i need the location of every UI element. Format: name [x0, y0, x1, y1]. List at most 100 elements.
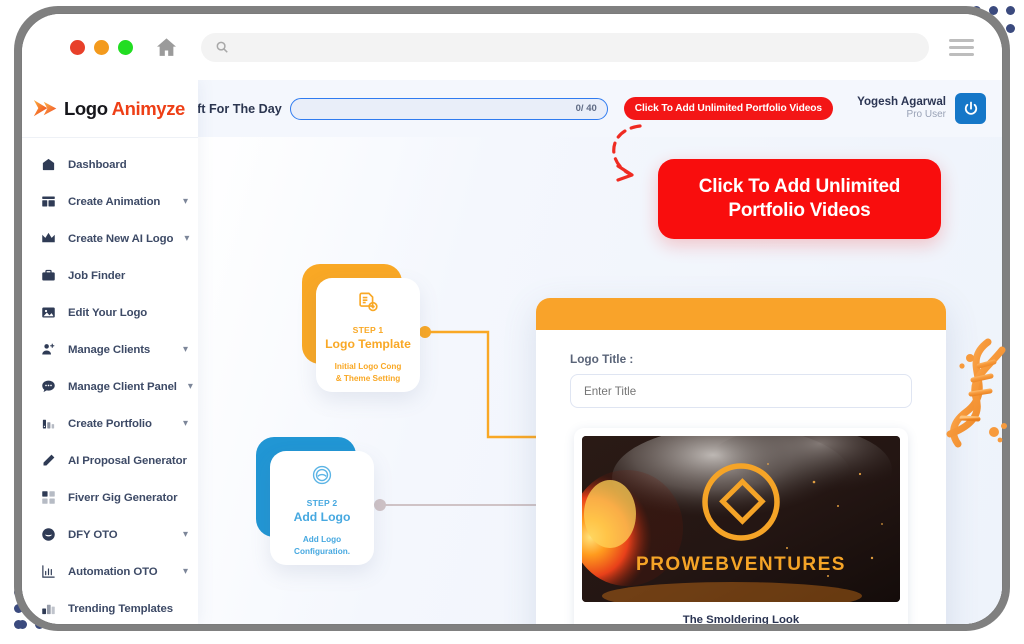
chevron-down-icon[interactable]: ▾ [183, 196, 188, 207]
brand-logo[interactable]: Logo Animyze [22, 80, 198, 138]
callout-line1: Click To Add Unlimited [698, 176, 901, 198]
callout-banner[interactable]: Click To Add Unlimited Portfolio Videos [658, 159, 941, 239]
panel-header-strip [536, 298, 946, 330]
pencil-icon [40, 452, 57, 469]
user-role: Pro User [906, 109, 946, 121]
search-input[interactable] [239, 40, 915, 54]
portfolio-icon [40, 415, 57, 432]
layout-icon [40, 193, 57, 210]
step-1-desc-line1: Initial Logo Cong [334, 362, 402, 371]
step-2-number: STEP 2 [306, 498, 338, 508]
close-window-button[interactable] [70, 39, 85, 55]
sidebar-item-manage-clients[interactable]: Manage Clients ▾ [22, 331, 198, 368]
sidebar-item-manage-client-panel[interactable]: Manage Client Panel ▾ [22, 368, 198, 405]
dna-helix-icon [946, 338, 1007, 448]
bar-chart-icon [40, 563, 57, 580]
add-unlimited-portfolio-videos-button[interactable]: Click To Add Unlimited Portfolio Videos [623, 97, 834, 120]
step-2-title: Add Logo [293, 510, 351, 524]
sidebar-item-label: Job Finder [68, 269, 126, 282]
trending-icon [40, 600, 57, 617]
logo-circle-icon [311, 464, 333, 491]
browser-toolbar [22, 14, 1002, 80]
chevron-down-icon[interactable]: ▾ [184, 233, 189, 244]
sidebar-item-label: Trending Templates [68, 602, 173, 615]
step-2-description: Add Logo Configuration. [294, 534, 350, 559]
smiley-icon [40, 526, 57, 543]
step-1-number: STEP 1 [352, 325, 384, 335]
user-zone[interactable]: Yogesh Agarwal Pro User [857, 93, 1002, 124]
logo-preview-thumbnail[interactable]: PROWEBVENTURES [582, 436, 900, 602]
step-2-card[interactable]: STEP 2 Add Logo Add Logo Configuration. [270, 451, 374, 565]
workflow-step-1[interactable]: STEP 1 Logo Template Initial Logo Cong &… [302, 264, 420, 392]
hamburger-menu-icon[interactable] [949, 38, 974, 56]
chevron-down-icon[interactable]: ▾ [183, 566, 188, 577]
briefcase-icon [40, 267, 57, 284]
sidebar-item-label: Fiverr Gig Generator [68, 491, 178, 504]
sidebar-item-label: Manage Client Panel [68, 380, 177, 393]
sidebar-item-create-animation[interactable]: Create Animation ▾ [22, 183, 198, 220]
chevron-down-icon[interactable]: ▾ [183, 529, 188, 540]
user-info: Yogesh Agarwal Pro User [857, 95, 946, 122]
dashboard-icon [40, 156, 57, 173]
user-plus-icon [40, 341, 57, 358]
sidebar-item-job-finder[interactable]: Job Finder [22, 257, 198, 294]
sidebar-item-label: Automation OTO [68, 565, 158, 578]
logo-title-input[interactable] [570, 374, 912, 408]
logo-config-panel: Logo Title : Enter Title PROWEBVENTURES … [536, 298, 946, 624]
power-icon[interactable] [955, 93, 986, 124]
sidebar-item-label: Create Portfolio [68, 417, 152, 430]
decor-dot [1006, 6, 1015, 15]
chevron-down-icon[interactable]: ▾ [183, 418, 188, 429]
step-1-desc-line2: & Theme Setting [335, 374, 401, 384]
quota-progress-bar: 0/ 40 [289, 97, 608, 120]
sidebar-item-fiverr-gig-generator[interactable]: Fiverr Gig Generator [22, 479, 198, 516]
sidebar-nav: Dashboard Create Animation ▾ Create New AI … [22, 138, 198, 624]
sidebar-item-trending-templates[interactable]: Trending Templates [22, 590, 198, 624]
brand-name-part2: Animyze [111, 97, 186, 119]
document-plus-icon [357, 291, 379, 318]
sidebar-item-label: Edit Your Logo [68, 306, 148, 319]
sidebar-item-create-portfolio[interactable]: Create Portfolio ▾ [22, 405, 198, 442]
panel-body: Logo Title : Enter Title PROWEBVENTURES … [536, 330, 946, 624]
grid-squares-icon [40, 489, 57, 506]
address-bar[interactable] [201, 32, 929, 62]
step-2-desc-line1: Add Logo [302, 535, 342, 544]
screenshot-root: STEP 1 Logo Template Initial Logo Cong &… [0, 0, 1024, 644]
window-traffic-lights[interactable] [70, 39, 133, 55]
sidebar-item-dfy-oto[interactable]: DFY OTO ▾ [22, 516, 198, 553]
maximize-window-button[interactable] [118, 39, 133, 55]
sidebar-item-ai-proposal-generator[interactable]: AI Proposal Generator [22, 442, 198, 479]
user-name: Yogesh Agarwal [857, 95, 946, 108]
step-1-card[interactable]: STEP 1 Logo Template Initial Logo Cong &… [316, 278, 420, 392]
step-1-title: Logo Template [325, 337, 411, 351]
image-icon [40, 304, 57, 321]
svg-text:PROWEBVENTURES: PROWEBVENTURES [636, 554, 846, 575]
home-icon[interactable] [154, 35, 179, 60]
callout-line2: Portfolio Videos [728, 200, 871, 221]
sidebar-item-edit-your-logo[interactable]: Edit Your Logo [22, 294, 198, 331]
minimize-window-button[interactable] [94, 39, 109, 55]
step-2-desc-line2: Configuration. [294, 547, 350, 557]
callout-text: Click To Add Unlimited Portfolio Videos [698, 175, 901, 223]
chevron-down-icon[interactable]: ▾ [188, 381, 193, 392]
sidebar-item-create-new-ai-logo[interactable]: Create New AI Logo ▾ [22, 220, 198, 257]
sidebar-item-label: Dashboard [68, 158, 127, 171]
logo-preview-card[interactable]: PROWEBVENTURES The Smoldering Look [574, 428, 908, 624]
sidebar: Logo Animyze Dashboard Create Animation ▾ C… [22, 80, 198, 624]
sidebar-item-label: Create New AI Logo [68, 232, 174, 245]
sidebar-item-label: AI Proposal Generator [68, 454, 187, 467]
sidebar-item-dashboard[interactable]: Dashboard [22, 146, 198, 183]
step-1-description: Initial Logo Cong & Theme Setting [335, 361, 402, 386]
chat-bubble-icon [40, 378, 57, 395]
logo-preview-caption: The Smoldering Look [682, 614, 800, 624]
brand-name-part1: Logo [64, 97, 112, 119]
browser-window: STEP 1 Logo Template Initial Logo Cong &… [22, 14, 1002, 624]
sidebar-item-label: DFY OTO [68, 528, 118, 541]
logo-title-label: Logo Title : [570, 352, 634, 366]
brand-name: Logo Animyze [64, 98, 185, 120]
sidebar-item-label: Manage Clients [68, 343, 151, 356]
chevron-down-icon[interactable]: ▾ [183, 344, 188, 355]
sidebar-item-label: Create Animation [68, 195, 161, 208]
workflow-step-2[interactable]: STEP 2 Add Logo Add Logo Configuration. [256, 437, 374, 565]
sidebar-item-automation-oto[interactable]: Automation OTO ▾ [22, 553, 198, 590]
